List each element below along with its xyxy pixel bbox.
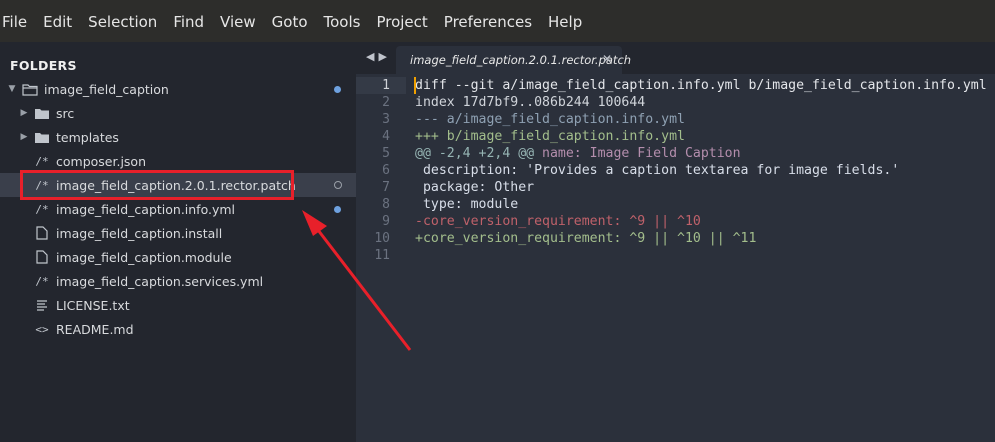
line-number: 1 [382,78,390,93]
tree-file-composer-json[interactable]: /* composer.json [0,149,356,173]
menu-find[interactable]: Find [173,11,204,31]
tree-file-install[interactable]: image_field_caption.install [0,221,356,245]
line-number: 5 [382,146,390,161]
code-line-context: description: 'Provides a caption textare… [415,163,900,178]
menu-edit[interactable]: Edit [43,11,72,31]
tree-file-label: image_field_caption.services.yml [56,273,264,289]
code-editor[interactable]: 1 2 3 4 5 6 7 8 9 10 11 diff --git a/ima… [356,74,995,442]
menu-goto[interactable]: Goto [272,11,308,31]
code-line-added: +core_version_requirement: ^9 || ^10 || … [415,231,757,246]
line-number: 6 [382,163,390,178]
text-cursor [414,77,416,94]
chevron-right-icon[interactable]: ▶ [20,131,28,143]
line-number: 10 [374,231,390,246]
line-number: 11 [374,248,390,263]
tree-folder-src[interactable]: ▶ src [0,101,356,125]
menu-selection[interactable]: Selection [88,11,157,31]
modified-indicator-icon [334,206,341,213]
code-comment-icon: /* [35,202,49,216]
code-line-new-file: +++ b/image_field_caption.info.yml [415,129,685,144]
line-number: 2 [382,95,390,110]
tree-file-license[interactable]: LICENSE.txt [0,293,356,317]
line-number: 3 [382,112,390,127]
tree-file-label: image_field_caption.module [56,249,232,265]
menu-view[interactable]: View [220,11,256,31]
code-line-hunk-header: @@ -2,4 +2,4 @@ name: Image Field Captio… [415,145,741,162]
menu-file[interactable]: File [2,11,27,31]
chevron-right-icon[interactable]: ▶ [20,107,28,119]
tab-bar: ◀▶ image_field_caption.2.0.1.rector.patc… [356,42,995,74]
open-file-indicator-icon [334,181,342,189]
folders-title: FOLDERS [10,58,77,73]
code-line-context: package: Other [415,180,535,195]
code-line-diff-header: diff --git a/image_field_caption.info.ym… [415,78,987,93]
code-line-old-file: --- a/image_field_caption.info.yml [415,112,685,127]
folder-icon [34,130,50,144]
file-icon [34,250,50,264]
tree-file-label: image_field_caption.info.yml [56,201,236,217]
folder-icon [34,106,50,120]
close-icon[interactable]: ✕ [602,52,612,66]
code-comment-icon: /* [35,274,49,288]
tree-file-rector-patch[interactable]: /* image_field_caption.2.0.1.rector.patc… [0,173,356,197]
tree-file-label: LICENSE.txt [56,297,130,313]
file-icon [34,226,50,240]
menu-project[interactable]: Project [376,11,427,31]
hunk-range: @@ -2,4 +2,4 @@ [415,146,535,161]
tab-title: image_field_caption.2.0.1.rector.patch [410,53,632,67]
code-line-removed: -core_version_requirement: ^9 || ^10 [415,214,701,229]
code-line-context: type: module [415,197,519,212]
menu-tools[interactable]: Tools [324,11,361,31]
tree-file-label: image_field_caption.install [56,225,223,241]
line-number: 4 [382,129,390,144]
menu-bar: File Edit Selection Find View Goto Tools… [0,0,995,42]
tree-file-label: composer.json [56,153,147,169]
menu-help[interactable]: Help [548,11,582,31]
tab-rector-patch[interactable]: image_field_caption.2.0.1.rector.patch ✕ [396,46,631,74]
text-lines-icon [34,298,50,312]
line-number: 9 [382,214,390,229]
tree-file-readme[interactable]: <> README.md [0,317,356,341]
code-comment-icon: /* [35,178,49,192]
tree-folder-templates[interactable]: ▶ templates [0,125,356,149]
menu-preferences[interactable]: Preferences [444,11,532,31]
tree-file-label: image_field_caption.2.0.1.rector.patch [56,177,296,193]
line-number: 8 [382,197,390,212]
angle-brackets-icon: <> [35,322,49,336]
tree-file-services-yml[interactable]: /* image_field_caption.services.yml [0,269,356,293]
modified-indicator-icon [334,86,341,93]
line-number: 7 [382,180,390,195]
sidebar: FOLDERS ▼ image_field_caption ▶ src ▶ te… [0,42,356,442]
code-comment-icon: /* [35,154,49,168]
tree-folder-label: templates [56,129,119,145]
tree-folder-label: src [56,105,75,121]
folder-open-icon [22,82,38,96]
tree-file-module[interactable]: image_field_caption.module [0,245,356,269]
tree-root-folder[interactable]: ▼ image_field_caption [0,77,356,101]
tab-nav-arrows-icon[interactable]: ◀▶ [366,50,391,63]
code-line-index: index 17d7bf9..086b244 100644 [415,95,646,110]
tree-file-label: README.md [56,321,134,337]
tree-file-info-yml[interactable]: /* image_field_caption.info.yml [0,197,356,221]
hunk-context: name: Image Field Caption [534,146,741,161]
tree-root-label: image_field_caption [44,81,169,97]
chevron-down-icon[interactable]: ▼ [8,83,16,95]
